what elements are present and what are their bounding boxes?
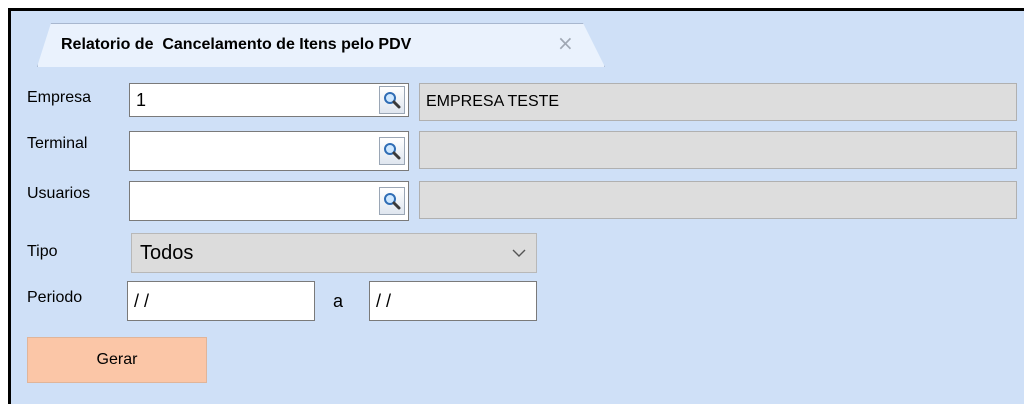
usuarios-code-input[interactable] xyxy=(129,181,409,221)
tab-title: Relatorio de Cancelamento de Itens pelo … xyxy=(61,36,412,53)
tipo-select[interactable]: Todos xyxy=(131,233,537,273)
periodo-start-input[interactable]: / / xyxy=(127,281,315,321)
gerar-button[interactable]: Gerar xyxy=(27,337,207,383)
usuarios-label: Usuarios xyxy=(27,185,91,202)
empresa-lookup-button[interactable] xyxy=(379,86,405,114)
terminal-label: Terminal xyxy=(27,135,88,152)
close-icon[interactable]: × xyxy=(557,31,574,55)
tipo-label: Tipo xyxy=(27,243,58,260)
report-window: Relatorio de Cancelamento de Itens pelo … xyxy=(8,8,1024,404)
usuarios-lookup-button[interactable] xyxy=(379,187,405,215)
chevron-down-icon xyxy=(512,249,526,257)
usuarios-description xyxy=(419,181,1017,219)
periodo-separator: a xyxy=(333,291,344,311)
terminal-description xyxy=(419,131,1017,169)
search-icon xyxy=(384,92,401,109)
tipo-selected-value: Todos xyxy=(140,242,194,264)
periodo-end-input[interactable]: / / xyxy=(369,281,537,321)
periodo-label: Periodo xyxy=(27,289,83,306)
terminal-lookup-button[interactable] xyxy=(379,137,405,165)
search-icon xyxy=(384,143,401,160)
search-icon xyxy=(384,193,401,210)
empresa-code-input[interactable]: 1 xyxy=(129,83,409,117)
terminal-code-input[interactable] xyxy=(129,131,409,171)
empresa-description: EMPRESA TESTE xyxy=(419,83,1017,121)
empresa-label: Empresa xyxy=(27,89,92,106)
